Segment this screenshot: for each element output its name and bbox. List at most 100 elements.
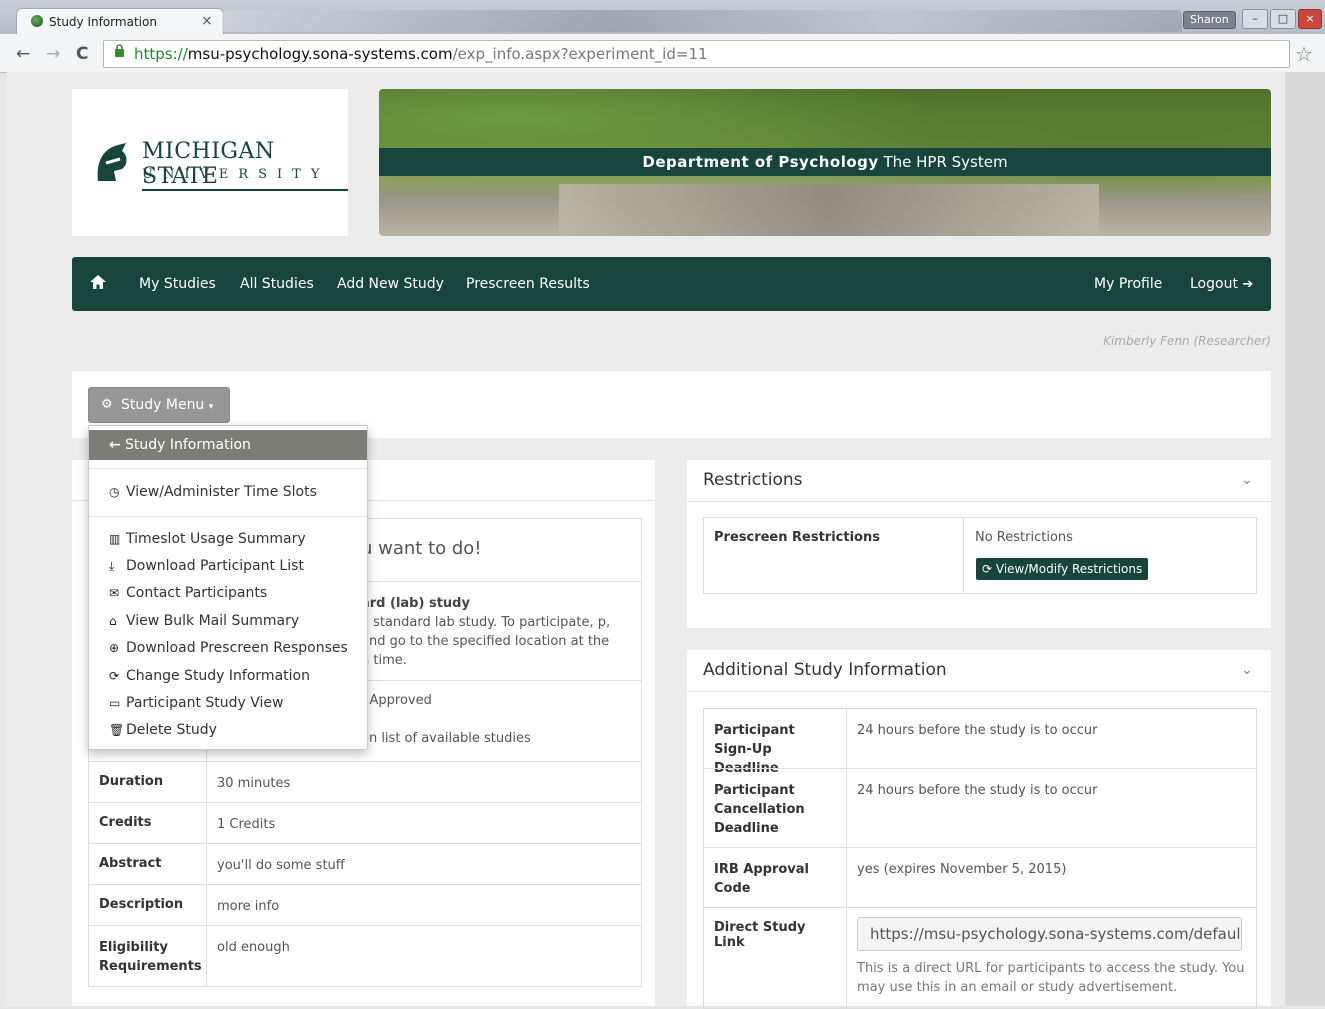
study-type-desc: a standard lab study. To participate, p,…	[361, 615, 611, 668]
study-type-bold: ard (lab) study	[361, 596, 470, 611]
caret-down-icon: ▾	[208, 402, 214, 412]
inbox-icon: ⌂	[109, 614, 117, 628]
bookmark-star-icon[interactable]: ☆	[1295, 42, 1313, 66]
irb-approval-value: yes (expires November 5, 2015)	[857, 862, 1067, 877]
logo-line-2: UNIVERSITY	[142, 167, 330, 182]
irb-approval-key: IRB Approval Code	[704, 848, 847, 907]
table-row: Duration 30 minutes	[89, 761, 641, 802]
description-key: Description	[89, 885, 207, 925]
study-menu-label: Study Menu ▾	[121, 388, 213, 424]
chevron-down-icon[interactable]: ⌄	[1241, 472, 1253, 488]
menu-item-contact-participants[interactable]: ✉ Contact Participants	[109, 582, 267, 604]
url-host: msu-psychology.sona-systems.com	[187, 45, 453, 63]
circle-download-icon: ⊕	[109, 641, 120, 655]
minimize-icon[interactable]: –	[1242, 9, 1268, 29]
nav-prescreen-results[interactable]: Prescreen Results	[466, 276, 590, 292]
menu-item-view-bulk-mail-summary[interactable]: ⌂ View Bulk Mail Summary	[109, 610, 299, 632]
logo-line-1: MICHIGAN STATE	[142, 139, 348, 191]
restrictions-panel: Restrictions ⌄ Prescreen Restrictions No…	[687, 460, 1271, 628]
reload-icon[interactable]: C	[76, 44, 88, 64]
credits-value: 1 Credits	[217, 817, 276, 832]
menu-item-participant-study-view[interactable]: ▭ Participant Study View	[109, 692, 284, 714]
logout-icon: ➔	[1242, 277, 1254, 292]
envelope-icon: ✉	[109, 586, 120, 600]
menu-item-label: Download Prescreen Responses	[126, 640, 348, 656]
browser-tab-background[interactable]	[222, 10, 1182, 32]
panel-divider	[687, 501, 1271, 502]
banner-title: Department of Psychology The HPR System	[379, 148, 1271, 176]
restrictions-title: Restrictions	[703, 470, 803, 490]
study-menu-button[interactable]: ⚙ Study Menu ▾	[88, 387, 230, 423]
menu-item-change-study-information[interactable]: ⟳ Change Study Information	[109, 665, 310, 687]
refresh-icon: ⟳	[982, 562, 993, 576]
nav-my-studies[interactable]: My Studies	[139, 276, 216, 292]
cancellation-deadline-key: Participant Cancellation Deadline	[704, 769, 847, 847]
menu-item-label: Delete Study	[126, 722, 217, 738]
view-modify-label: View/Modify Restrictions	[995, 562, 1143, 576]
table-row: IRB Approval Code yes (expires November …	[704, 847, 1256, 907]
chevron-down-icon[interactable]: ⌄	[1241, 662, 1253, 678]
additional-info-title: Additional Study Information	[703, 660, 947, 680]
researcher-name: Kimberly Fenn (Researcher)	[1103, 334, 1271, 348]
nav-logout-label: Logout	[1190, 276, 1238, 292]
menu-item-download-participant-list[interactable]: ⤓ Download Participant List	[109, 555, 304, 577]
msu-logo[interactable]: MICHIGAN STATE UNIVERSITY	[72, 89, 348, 236]
url-path: /exp_info.aspx?experiment_id=11	[452, 45, 708, 63]
menu-item-study-information[interactable]: ← Study Information	[89, 430, 367, 460]
direct-link-value: https://msu-psychology.sona-systems.com/…	[847, 908, 1256, 1009]
menu-item-timeslot-usage-summary[interactable]: ▥ Timeslot Usage Summary	[109, 528, 306, 550]
bar-chart-icon: ▥	[109, 532, 121, 546]
view-modify-restrictions-button[interactable]: ⟳ View/Modify Restrictions	[976, 558, 1149, 580]
menu-item-label: Study Information	[125, 437, 251, 453]
eligibility-key: Eligibility Requirements	[89, 926, 207, 986]
page-scrollbar-area[interactable]	[1285, 72, 1325, 1006]
additional-info-table: Participant Sign-Up Deadline 24 hours be…	[703, 708, 1257, 1009]
close-tab-icon[interactable]: ×	[201, 13, 213, 29]
url-input[interactable]: https://msu-psychology.sona-systems.com/…	[103, 40, 1290, 68]
lock-icon	[114, 41, 125, 67]
close-window-icon[interactable]: ×	[1298, 9, 1322, 29]
download-icon: ⤓	[109, 559, 115, 573]
browser-tab-study-information[interactable]: Study Information ×	[16, 8, 224, 35]
nav-logout[interactable]: Logout ➔	[1190, 276, 1253, 292]
signup-deadline-key: Participant Sign-Up Deadline	[704, 709, 847, 776]
nav-add-new-study[interactable]: Add New Study	[337, 276, 444, 292]
panel-divider	[687, 691, 1271, 692]
menu-item-delete-study[interactable]: 🗑 Delete Study	[109, 719, 217, 741]
banner-system: The HPR System	[883, 153, 1008, 171]
table-row: Credits 1 Credits	[89, 802, 641, 843]
clock-icon: ◷	[109, 485, 120, 499]
prescreen-restrictions-key: Prescreen Restrictions	[704, 518, 964, 593]
table-row: Participant Sign-Up Deadline 24 hours be…	[704, 709, 1256, 776]
menu-item-label: Timeslot Usage Summary	[126, 531, 306, 547]
table-row: Direct Study Link https://msu-psychology…	[704, 907, 1256, 1008]
additional-study-info-panel: Additional Study Information ⌄ Participa…	[687, 650, 1271, 1009]
nav-all-studies[interactable]: All Studies	[240, 276, 314, 292]
menu-item-label: Contact Participants	[126, 585, 268, 601]
forward-arrow-icon[interactable]: →	[46, 44, 60, 64]
menu-item-download-prescreen-responses[interactable]: ⊕ Download Prescreen Responses	[109, 637, 348, 659]
menu-item-label: Download Participant List	[126, 558, 304, 574]
home-icon[interactable]	[89, 274, 107, 294]
browser-tab-title: Study Information	[49, 15, 157, 29]
table-row: Participant Cancellation Deadline 24 hou…	[704, 768, 1256, 847]
maximize-icon[interactable]: □	[1270, 9, 1296, 29]
url-scheme: https://	[134, 45, 188, 63]
refresh-icon: ⟳	[109, 669, 120, 683]
menu-item-label: Change Study Information	[126, 668, 310, 684]
direct-study-link-input[interactable]: https://msu-psychology.sona-systems.com/…	[857, 917, 1242, 951]
cancellation-deadline-value: 24 hours before the study is to occur	[857, 783, 1098, 798]
abstract-key: Abstract	[89, 844, 207, 884]
browser-address-bar: ← → C https://msu-psychology.sona-system…	[0, 34, 1325, 73]
study-type-value: ard (lab) study a standard lab study. To…	[351, 582, 631, 682]
menu-item-label: View/Administer Time Slots	[126, 484, 317, 500]
nav-my-profile[interactable]: My Profile	[1094, 276, 1162, 292]
study-menu-dropdown: ← Study Information ◷ View/Administer Tim…	[88, 425, 368, 750]
duration-value: 30 minutes	[217, 776, 291, 791]
back-arrow-icon[interactable]: ←	[16, 44, 30, 64]
window-user-badge[interactable]: Sharon	[1183, 11, 1236, 29]
laptop-icon: ▭	[109, 696, 121, 710]
credits-key: Credits	[89, 803, 207, 843]
menu-item-view-administer-time-slots[interactable]: ◷ View/Administer Time Slots	[109, 481, 317, 503]
main-navbar: My Studies All Studies Add New Study Pre…	[72, 257, 1271, 311]
